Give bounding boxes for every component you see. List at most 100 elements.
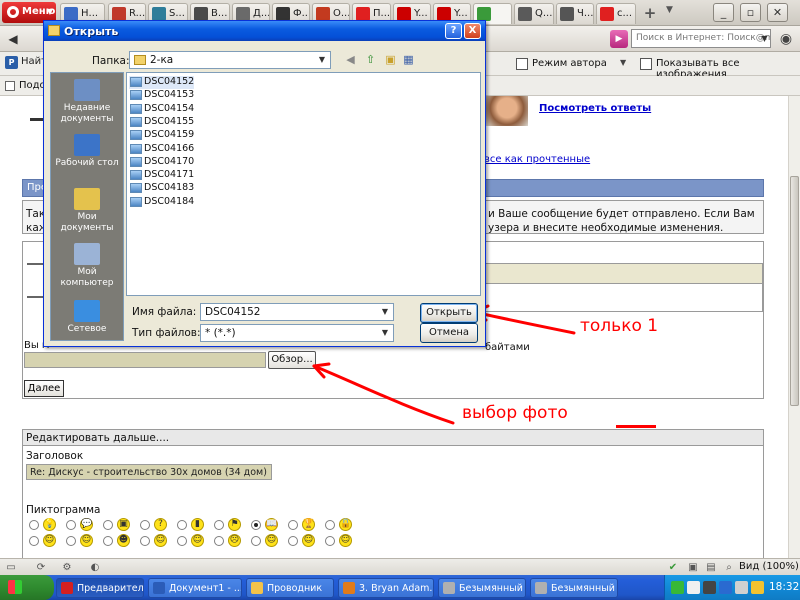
file-item[interactable]: DSC04154 <box>129 103 194 116</box>
mark-read-link[interactable]: все как прочтенные <box>484 154 590 165</box>
pictogram-option[interactable]: ⚑ <box>214 518 246 532</box>
minimize-button[interactable]: _ <box>713 3 734 22</box>
play-icon[interactable]: ▶ <box>610 30 628 48</box>
pictogram-option[interactable]: 🔒 <box>325 518 357 532</box>
file-item[interactable]: DSC04159 <box>129 129 194 142</box>
pictogram-option[interactable]: ☺ <box>140 534 172 548</box>
radio-button[interactable] <box>103 536 113 546</box>
place-item[interactable]: Рабочий стол <box>51 132 123 184</box>
place-item[interactable]: Мой компьютер <box>51 241 123 293</box>
pictogram-option[interactable]: ▮ <box>177 518 209 532</box>
network-icon[interactable] <box>687 581 700 594</box>
zoom-icon[interactable]: ⌕ <box>722 561 736 574</box>
pictogram-option[interactable]: 📖 <box>251 518 283 532</box>
file-path-input[interactable] <box>24 352 266 368</box>
pictogram-option[interactable]: 💬 <box>66 518 98 532</box>
browser-tab[interactable]: Ч... <box>556 3 594 24</box>
chevron-down-icon[interactable]: ▼ <box>620 58 626 67</box>
zoom-level[interactable]: Вид (100%) <box>739 561 799 572</box>
radio-button[interactable] <box>29 520 39 530</box>
chevron-down-icon[interactable]: ▼ <box>378 326 392 340</box>
radio-button[interactable] <box>177 520 187 530</box>
radio-button[interactable] <box>177 536 187 546</box>
sync-icon[interactable]: ⟳ <box>34 561 48 574</box>
file-item[interactable]: DSC04155 <box>129 116 194 129</box>
radio-button[interactable] <box>66 536 76 546</box>
file-item[interactable]: DSC04152 <box>129 76 194 89</box>
search-input[interactable]: Поиск в Интернет: Поиск@mail... <box>631 29 771 48</box>
pictogram-option[interactable]: ☺ <box>288 534 320 548</box>
pictogram-option[interactable]: ☺ <box>177 534 209 548</box>
browser-tab[interactable]: Q... <box>514 3 554 24</box>
pictogram-option[interactable]: ☻ <box>103 534 135 548</box>
pictogram-option[interactable]: 🏆 <box>288 518 320 532</box>
radio-button[interactable] <box>288 520 298 530</box>
radio-button[interactable] <box>251 520 261 530</box>
heading-input[interactable]: Re: Дискус - строительство 30х домов (34… <box>26 464 272 480</box>
pictogram-option[interactable]: ☺ <box>66 534 98 548</box>
pictogram-option[interactable]: ☺ <box>325 534 357 548</box>
pictogram-option[interactable]: ? <box>140 518 172 532</box>
volume-icon[interactable] <box>735 581 748 594</box>
file-item[interactable]: DSC04183 <box>129 182 194 195</box>
help-button[interactable]: ? <box>445 23 462 39</box>
radio-button[interactable] <box>214 520 224 530</box>
panel-icon[interactable]: ▣ <box>686 561 700 574</box>
new-tab-button[interactable]: + <box>640 4 660 23</box>
settings-icon[interactable]: ⚙ <box>60 561 74 574</box>
search-dropdown-icon[interactable]: ▼ <box>758 29 771 48</box>
radio-button[interactable] <box>325 536 335 546</box>
place-item[interactable]: Мои документы <box>51 186 123 238</box>
image-icon[interactable]: ▤ <box>704 561 718 574</box>
radio-button[interactable] <box>140 536 150 546</box>
radio-button[interactable] <box>140 520 150 530</box>
see-answers-link[interactable]: Посмотреть ответы <box>539 103 651 114</box>
radio-button[interactable] <box>251 536 261 546</box>
panel-toggle-icon[interactable]: ▭ <box>4 561 18 574</box>
browser-tab[interactable]: с... <box>596 3 636 24</box>
place-item[interactable]: Сетевое <box>51 298 123 350</box>
tray-app-icon[interactable] <box>751 581 764 594</box>
file-item[interactable]: DSC04170 <box>129 156 194 169</box>
binoculars-icon[interactable]: ◉ <box>775 29 797 49</box>
back-icon[interactable]: ◀ <box>3 29 23 49</box>
tab-list-icon[interactable]: ▼ <box>666 5 682 23</box>
scrollbar-thumb[interactable] <box>790 176 799 406</box>
pictogram-option[interactable]: ▣ <box>103 518 135 532</box>
radio-button[interactable] <box>66 520 76 530</box>
file-item[interactable]: DSC04166 <box>129 143 194 156</box>
file-item[interactable]: DSC04153 <box>129 89 194 102</box>
taskbar-button[interactable]: Предварител... <box>56 578 144 598</box>
turbo-icon[interactable]: ◐ <box>88 561 102 574</box>
up-folder-icon[interactable]: ⇧ <box>362 52 379 68</box>
author-mode-button[interactable]: Режим автора <box>516 58 607 70</box>
filetype-select[interactable]: * (*.*) ▼ <box>200 324 394 342</box>
radio-button[interactable] <box>288 536 298 546</box>
taskbar-button[interactable]: Документ1 - ... <box>148 578 242 598</box>
filename-input[interactable]: DSC04152 ▼ <box>200 303 394 321</box>
tray-app-icon[interactable] <box>671 581 684 594</box>
language-icon[interactable] <box>719 581 732 594</box>
taskbar-button[interactable]: Проводник <box>246 578 334 598</box>
open-button[interactable]: Открыть <box>420 303 478 323</box>
new-folder-icon[interactable]: ▣ <box>382 52 399 68</box>
view-menu-icon[interactable]: ▦ <box>400 52 417 68</box>
back-icon[interactable]: ◀ <box>342 52 359 68</box>
lookin-select[interactable]: 2-ка ▼ <box>129 51 331 69</box>
close-button[interactable]: X <box>464 23 481 39</box>
chevron-down-icon[interactable]: ▼ <box>378 305 392 319</box>
pictogram-option[interactable]: ☺ <box>251 534 283 548</box>
security-icon[interactable] <box>703 581 716 594</box>
check-icon[interactable]: ✔ <box>666 561 680 574</box>
close-window-button[interactable]: ✕ <box>767 3 788 22</box>
taskbar-button[interactable]: 3. Bryan Adam... <box>338 578 434 598</box>
pictogram-option[interactable]: ☺ <box>29 534 61 548</box>
radio-button[interactable] <box>103 520 113 530</box>
radio-button[interactable] <box>325 520 335 530</box>
radio-button[interactable] <box>214 536 224 546</box>
pictogram-option[interactable]: 💡 <box>29 518 61 532</box>
place-item[interactable]: Недавние документы <box>51 77 123 129</box>
browse-button[interactable]: Обзор... <box>268 351 316 369</box>
taskbar-button[interactable]: Безымянный -... <box>530 578 618 598</box>
radio-button[interactable] <box>29 536 39 546</box>
